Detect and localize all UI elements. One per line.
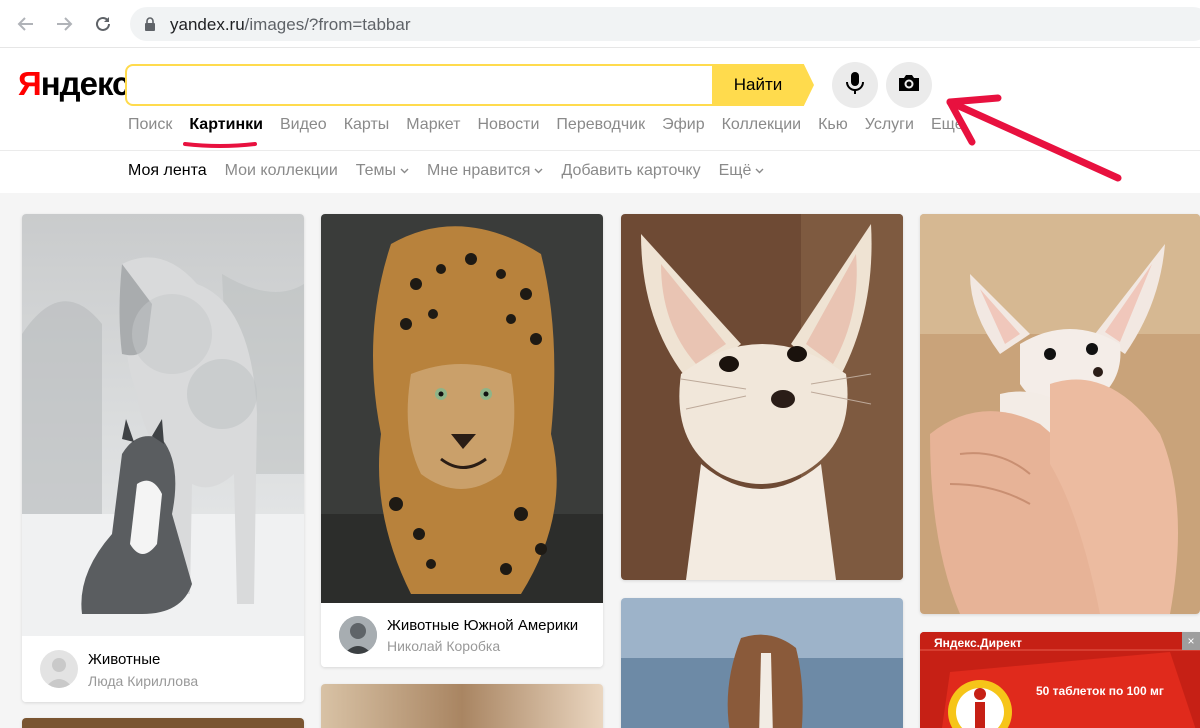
service-images[interactable]: Картинки	[189, 116, 263, 138]
chevron-down-icon	[400, 168, 409, 174]
close-icon[interactable]: ×	[1182, 632, 1200, 650]
logo-first-letter: Я	[18, 65, 42, 102]
ad-text: 50 таблеток по 100 мг	[1036, 684, 1164, 698]
feed-card[interactable]	[920, 214, 1200, 614]
service-uslugi[interactable]: Услуги	[865, 116, 914, 138]
service-efir[interactable]: Эфир	[662, 116, 705, 138]
ad-card[interactable]: Яндекс.Директ 50 таблеток по 100 мг	[920, 632, 1200, 728]
camera-icon	[897, 73, 921, 98]
service-translate[interactable]: Переводчик	[556, 116, 645, 138]
card-author[interactable]: Николай Коробка	[387, 638, 500, 654]
card-image[interactable]	[920, 214, 1200, 614]
url-path: /images/?from=tabbar	[244, 15, 411, 34]
url-text: yandex.ru/images/?from=tabbar	[170, 15, 411, 35]
forward-arrow-icon[interactable]	[52, 12, 76, 36]
service-video[interactable]: Видео	[280, 116, 327, 138]
annotation-underline	[183, 142, 257, 148]
feed-card[interactable]: Животные Южной Америки Николай Коробка	[321, 214, 603, 667]
subnav-label: Ещё	[718, 162, 752, 179]
ad-label: Яндекс.Директ	[934, 636, 1022, 650]
card-title[interactable]: Животные Южной Америки	[387, 617, 578, 634]
avatar[interactable]	[339, 616, 377, 654]
service-news[interactable]: Новости	[477, 116, 539, 138]
back-arrow-icon[interactable]	[14, 12, 38, 36]
service-collections[interactable]: Коллекции	[722, 116, 801, 138]
subnav-label: Добавить карточку	[561, 162, 701, 179]
feed-card[interactable]	[22, 718, 304, 728]
services-nav: Поиск Картинки Видео Карты Маркет Новост…	[128, 116, 981, 138]
card-footer: Животные Люда Кириллова	[22, 636, 304, 702]
avatar[interactable]	[40, 650, 78, 688]
browser-toolbar: yandex.ru/images/?from=tabbar	[0, 0, 1200, 48]
service-maps[interactable]: Карты	[344, 116, 390, 138]
logo-rest: ндекс	[40, 65, 131, 102]
feed-card[interactable]	[621, 598, 903, 728]
search-button[interactable]: Найти	[712, 64, 814, 106]
url-host: yandex.ru	[170, 15, 245, 34]
subnav-my-feed[interactable]: Моя лента	[128, 162, 207, 180]
reload-icon[interactable]	[91, 12, 115, 36]
card-footer: Животные Южной Америки Николай Коробка	[321, 603, 603, 667]
card-image[interactable]	[321, 214, 603, 603]
chevron-down-icon	[534, 168, 543, 174]
lock-icon	[144, 17, 156, 36]
subnav-themes[interactable]: Темы	[356, 162, 409, 180]
feed-card[interactable]	[621, 214, 903, 580]
card-image[interactable]	[621, 598, 903, 728]
card-author[interactable]: Люда Кириллова	[88, 673, 198, 689]
subnav-my-collections[interactable]: Мои коллекции	[225, 162, 338, 180]
card-title[interactable]: Животные	[88, 651, 160, 668]
voice-search-button[interactable]	[832, 62, 878, 108]
subnav-label: Темы	[355, 162, 397, 179]
image-search-button[interactable]	[886, 62, 932, 108]
service-q[interactable]: Кью	[818, 116, 848, 138]
chevron-down-icon	[755, 168, 764, 174]
address-bar[interactable]: yandex.ru/images/?from=tabbar	[130, 7, 1200, 41]
subnav-label: Мои коллекции	[224, 162, 338, 179]
service-market[interactable]: Маркет	[406, 116, 460, 138]
feed-card[interactable]	[321, 684, 603, 728]
subnav-label: Мне нравится	[427, 162, 531, 179]
subnav-label: Моя лента	[128, 162, 207, 179]
card-image[interactable]	[321, 684, 603, 728]
yandex-logo[interactable]: Яндекс	[18, 65, 131, 103]
microphone-icon	[845, 71, 865, 100]
subnav-add-card[interactable]: Добавить карточку	[561, 162, 700, 180]
subnav-likes[interactable]: Мне нравится	[427, 162, 543, 180]
service-search[interactable]: Поиск	[128, 116, 172, 138]
feed-card[interactable]: Животные Люда Кириллова	[22, 214, 304, 702]
card-image[interactable]	[22, 214, 304, 636]
annotation-arrow	[946, 94, 1122, 182]
subnav-more[interactable]: Ещё	[719, 162, 765, 180]
search-input[interactable]	[125, 64, 715, 106]
card-image[interactable]	[22, 718, 304, 728]
card-image[interactable]	[621, 214, 903, 580]
